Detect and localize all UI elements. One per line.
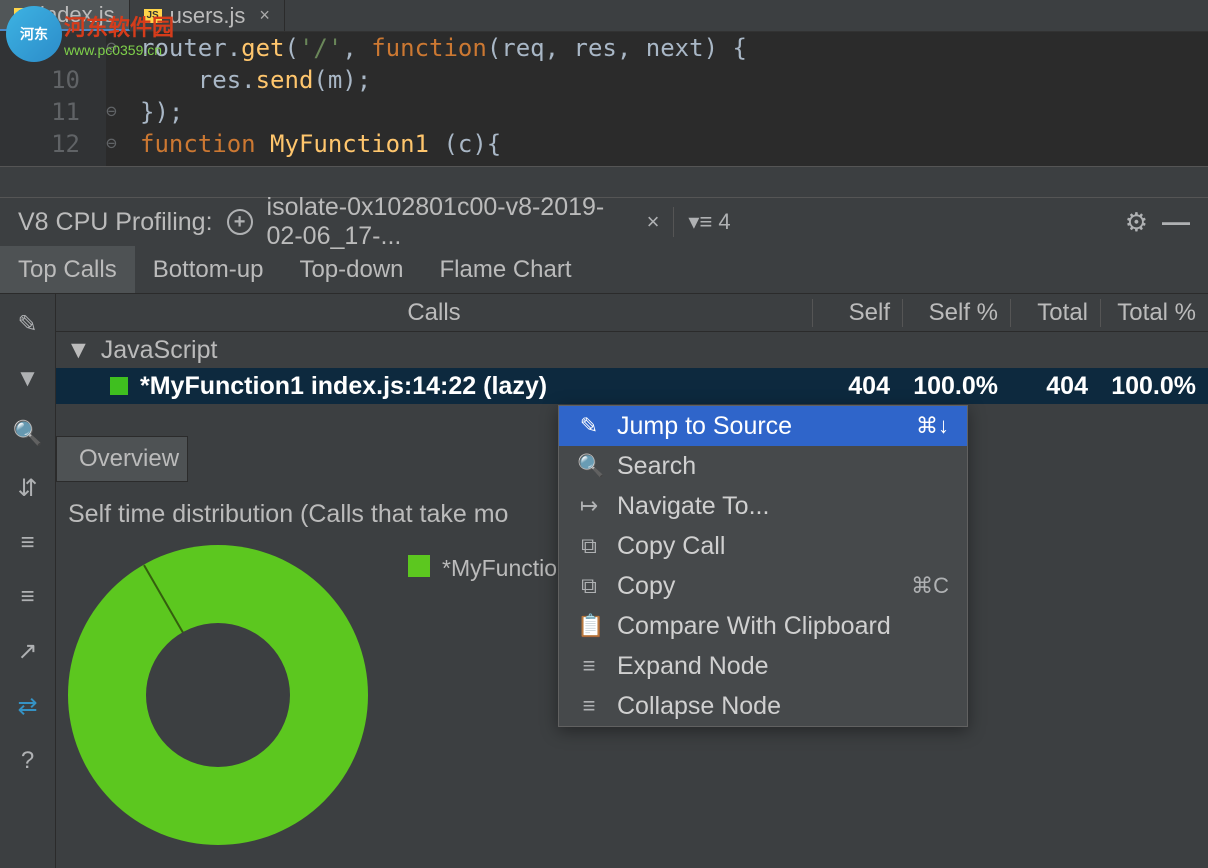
help-icon[interactable]: ?: [21, 747, 34, 775]
filter-icon[interactable]: ▼: [16, 365, 40, 393]
donut-chart: [68, 545, 368, 845]
expand-icon: ≡: [577, 653, 601, 679]
tree-row-myfunction1[interactable]: *MyFunction1 index.js:14:22 (lazy) 404 1…: [56, 368, 1208, 404]
chevron-down-icon[interactable]: ▼: [66, 336, 91, 365]
expand-icon[interactable]: ≡: [20, 529, 34, 557]
color-swatch-icon: [110, 377, 128, 395]
copy-icon: ⧉: [577, 573, 601, 599]
navigate-icon: ↦: [577, 493, 601, 519]
watermark-text: 河东软件园: [64, 10, 174, 42]
menu-collapse-node[interactable]: ≡ Collapse Node: [559, 686, 967, 726]
tree-group-javascript[interactable]: ▼ JavaScript: [56, 332, 1208, 368]
menu-navigate-to[interactable]: ↦ Navigate To...: [559, 486, 967, 526]
watermark: 河东 河东软件园 www.pc0359.cn: [6, 6, 174, 62]
profiler-tabs: Top Calls Bottom-up Top-down Flame Chart: [0, 246, 1208, 294]
chart-legend: *MyFunction: [408, 545, 570, 845]
table-header: Calls Self Self % Total Total %: [56, 294, 1208, 332]
col-total-pct[interactable]: Total %: [1100, 299, 1208, 327]
legend-label: *MyFunction: [442, 555, 570, 582]
close-icon[interactable]: ×: [259, 5, 270, 26]
copy-icon: ⧉: [577, 533, 601, 559]
profiler-title: V8 CPU Profiling:: [18, 208, 213, 237]
menu-compare-clipboard[interactable]: 📋 Compare With Clipboard: [559, 606, 967, 646]
tab-flame-chart[interactable]: Flame Chart: [422, 246, 590, 293]
separator: [673, 207, 674, 237]
search-icon: 🔍: [577, 453, 601, 479]
tree-level-control[interactable]: ▾≡ 4: [688, 209, 730, 235]
minimize-icon[interactable]: —: [1162, 206, 1190, 238]
watermark-logo-icon: 河东: [6, 6, 62, 62]
diff-icon[interactable]: ⇄: [17, 692, 37, 721]
tree-icon[interactable]: ⇵: [17, 474, 37, 503]
edit-icon: ✎: [577, 413, 601, 439]
export-icon[interactable]: ↗: [17, 637, 37, 666]
code-editor[interactable]: 10 11 12 13 router.get('/', function(req…: [0, 32, 1208, 166]
collapse-icon: ≡: [577, 693, 601, 719]
menu-search[interactable]: 🔍 Search: [559, 446, 967, 486]
clipboard-icon: 📋: [577, 613, 601, 639]
close-icon[interactable]: ×: [647, 209, 660, 235]
menu-expand-node[interactable]: ≡ Expand Node: [559, 646, 967, 686]
profiler-header: V8 CPU Profiling: + isolate-0x102801c00-…: [0, 198, 1208, 246]
code-body[interactable]: router.get('/', function(req, res, next)…: [106, 32, 747, 166]
gear-icon[interactable]: ⚙: [1125, 207, 1148, 238]
watermark-url: www.pc0359.cn: [64, 42, 174, 58]
tab-top-down[interactable]: Top-down: [281, 246, 421, 293]
col-self-pct[interactable]: Self %: [902, 299, 1010, 327]
tab-label: users.js: [170, 3, 246, 29]
col-total[interactable]: Total: [1010, 299, 1100, 327]
context-menu: ✎ Jump to Source ⌘↓ 🔍 Search ↦ Navigate …: [558, 405, 968, 727]
search-icon[interactable]: 🔍: [13, 419, 43, 448]
profiler-file-name[interactable]: isolate-0x102801c00-v8-2019-02-06_17-...: [267, 193, 633, 251]
edit-icon[interactable]: ✎: [17, 310, 37, 339]
menu-copy[interactable]: ⧉ Copy ⌘C: [559, 566, 967, 606]
editor-tab-bar: JS index.js JS users.js ×: [0, 0, 1208, 32]
col-self[interactable]: Self: [812, 299, 902, 327]
tab-overview[interactable]: Overview: [56, 436, 188, 482]
menu-jump-to-source[interactable]: ✎ Jump to Source ⌘↓: [559, 406, 967, 446]
legend-swatch-icon: [408, 555, 430, 577]
profiler-sidebar: ✎ ▼ 🔍 ⇵ ≡ ≡ ↗ ⇄ ?: [0, 294, 56, 868]
tab-bottom-up[interactable]: Bottom-up: [135, 246, 282, 293]
tab-top-calls[interactable]: Top Calls: [0, 246, 135, 293]
add-button[interactable]: +: [227, 209, 253, 235]
col-calls[interactable]: Calls: [56, 299, 812, 327]
collapse-icon[interactable]: ≡: [20, 583, 34, 611]
menu-copy-call[interactable]: ⧉ Copy Call: [559, 526, 967, 566]
